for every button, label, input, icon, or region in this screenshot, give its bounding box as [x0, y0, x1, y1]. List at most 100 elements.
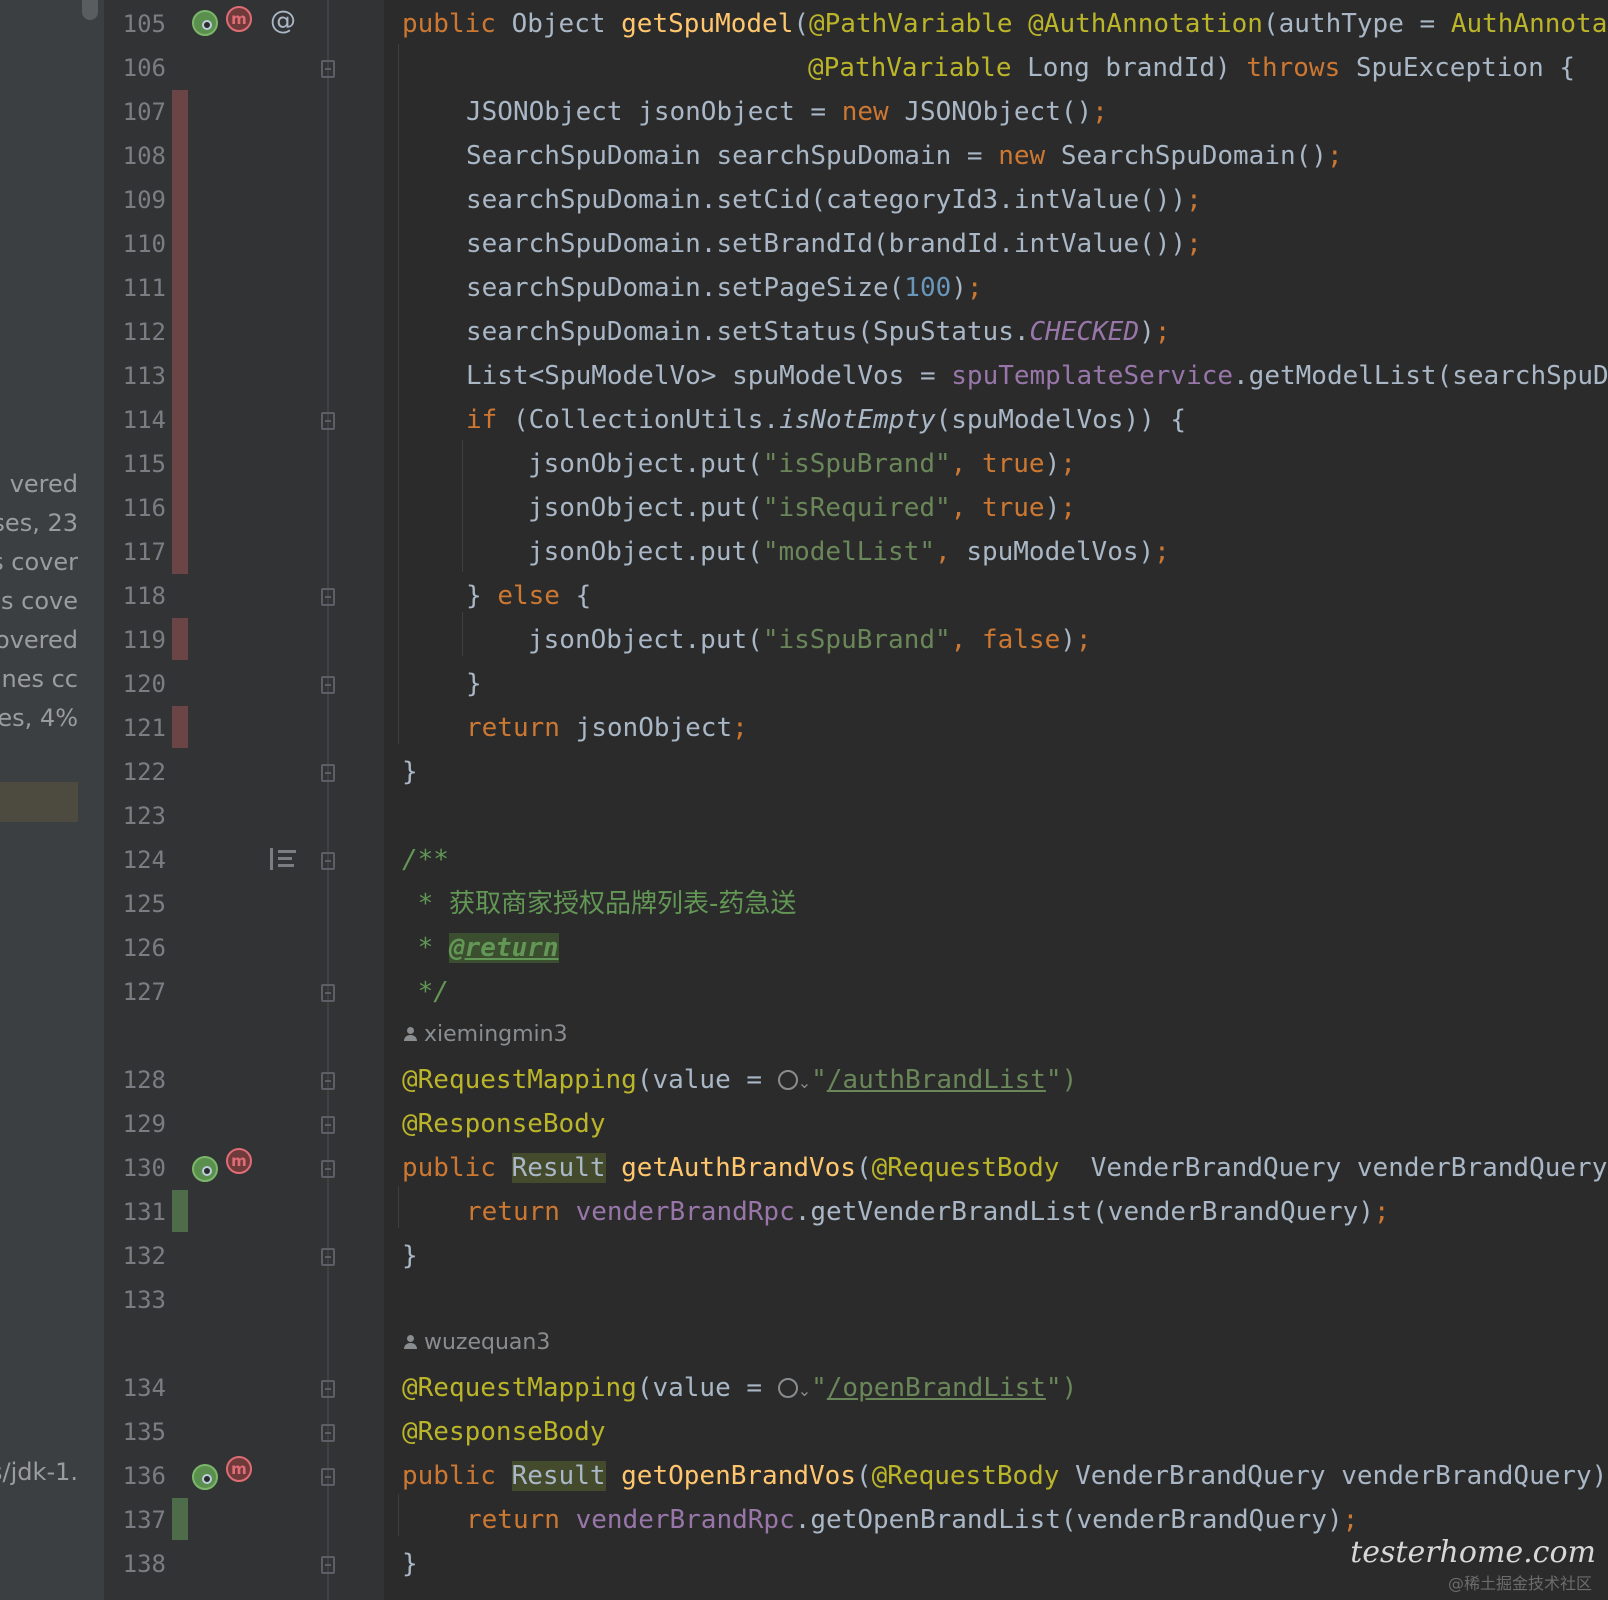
author-hint[interactable]: wuzequan3 [404, 1330, 550, 1355]
code-line-129[interactable]: @ResponseBody [402, 1102, 606, 1146]
scrollbar-thumb[interactable] [82, 0, 98, 20]
fold-marker[interactable] [321, 852, 335, 870]
fold-marker[interactable] [321, 1116, 335, 1134]
code-line-113[interactable]: List<SpuModelVo> spuModelVos = spuTempla… [466, 354, 1608, 398]
code-line-130[interactable]: public Result getAuthBrandVos(@RequestBo… [402, 1146, 1608, 1190]
code-line-119[interactable]: jsonObject.put("isSpuBrand", false); [528, 618, 1092, 662]
line-number[interactable]: 118 [118, 582, 166, 610]
code-line-110[interactable]: searchSpuDomain.setBrandId(brandId.intVa… [466, 222, 1202, 266]
line-number[interactable]: 114 [118, 406, 166, 434]
code-line-112[interactable]: searchSpuDomain.setStatus(SpuStatus.CHEC… [466, 310, 1170, 354]
line-number[interactable]: 116 [118, 494, 166, 522]
fold-marker[interactable] [321, 60, 335, 78]
at-symbol-icon[interactable]: @ [270, 6, 296, 36]
code-line-136[interactable]: public Result getOpenBrandVos(@RequestBo… [402, 1454, 1607, 1498]
code-line-118[interactable]: } else { [466, 574, 591, 618]
line-number[interactable]: 123 [118, 802, 166, 830]
line-number[interactable]: 134 [118, 1374, 166, 1402]
mapper-icon[interactable]: m [226, 6, 252, 32]
code-line-107[interactable]: JSONObject jsonObject = new JSONObject()… [466, 90, 1108, 134]
spring-endpoint-icon[interactable] [192, 10, 218, 36]
mapper-icon[interactable]: m [226, 1456, 252, 1482]
line-number[interactable]: 128 [118, 1066, 166, 1094]
fold-marker[interactable] [321, 764, 335, 782]
code-line-122[interactable]: } [402, 750, 418, 794]
chevron-down-icon[interactable]: ⌄ [798, 1381, 811, 1400]
coverage-uncovered-marker[interactable] [172, 90, 188, 134]
line-number[interactable]: 122 [118, 758, 166, 786]
code-line-127[interactable]: */ [402, 970, 449, 1014]
line-number[interactable]: 126 [118, 934, 166, 962]
web-endpoint-icon[interactable] [777, 1378, 798, 1398]
line-number[interactable]: 120 [118, 670, 166, 698]
web-endpoint-icon[interactable] [777, 1070, 798, 1090]
line-number[interactable]: 108 [118, 142, 166, 170]
fold-marker[interactable] [321, 1160, 335, 1178]
coverage-uncovered-marker[interactable] [172, 134, 188, 178]
line-number[interactable]: 109 [118, 186, 166, 214]
line-number[interactable]: 135 [118, 1418, 166, 1446]
line-number[interactable]: 136 [118, 1462, 166, 1490]
line-number[interactable]: 131 [118, 1198, 166, 1226]
coverage-uncovered-marker[interactable] [172, 178, 188, 222]
line-number[interactable]: 138 [118, 1550, 166, 1578]
spring-endpoint-icon[interactable] [192, 1156, 218, 1182]
line-number[interactable]: 115 [118, 450, 166, 478]
coverage-uncovered-marker[interactable] [172, 398, 188, 442]
line-number[interactable]: 106 [118, 54, 166, 82]
coverage-uncovered-marker[interactable] [172, 354, 188, 398]
line-number[interactable]: 107 [118, 98, 166, 126]
line-number[interactable]: 124 [118, 846, 166, 874]
coverage-uncovered-marker[interactable] [172, 618, 188, 660]
code-line-116[interactable]: jsonObject.put("isRequired", true); [528, 486, 1076, 530]
code-line-106[interactable]: @PathVariable Long brandId) throws SpuEx… [808, 46, 1575, 90]
mapper-icon[interactable]: m [226, 1148, 252, 1174]
selected-coverage-row[interactable] [0, 782, 78, 822]
fold-marker[interactable] [321, 588, 335, 606]
code-line-108[interactable]: SearchSpuDomain searchSpuDomain = new Se… [466, 134, 1343, 178]
coverage-uncovered-marker[interactable] [172, 310, 188, 354]
line-number[interactable]: 127 [118, 978, 166, 1006]
line-number[interactable]: 111 [118, 274, 166, 302]
coverage-uncovered-marker[interactable] [172, 266, 188, 310]
code-line-138[interactable]: } [402, 1542, 418, 1586]
coverage-uncovered-marker[interactable] [172, 222, 188, 266]
line-number[interactable]: 113 [118, 362, 166, 390]
fold-marker[interactable] [321, 1248, 335, 1266]
url-link[interactable]: /authBrandList [827, 1065, 1046, 1095]
fold-marker[interactable] [321, 984, 335, 1002]
coverage-uncovered-marker[interactable] [172, 442, 188, 486]
code-line-117[interactable]: jsonObject.put("modelList", spuModelVos)… [528, 530, 1170, 574]
code-line-131[interactable]: return venderBrandRpc.getVenderBrandList… [466, 1190, 1390, 1234]
line-number[interactable]: 130 [118, 1154, 166, 1182]
code-line-115[interactable]: jsonObject.put("isSpuBrand", true); [528, 442, 1076, 486]
line-number[interactable]: 121 [118, 714, 166, 742]
line-number[interactable]: 129 [118, 1110, 166, 1138]
fold-marker[interactable] [321, 1556, 335, 1574]
code-line-124[interactable]: /** [402, 838, 449, 882]
line-number[interactable]: 125 [118, 890, 166, 918]
chevron-down-icon[interactable]: ⌄ [798, 1073, 811, 1092]
fold-marker[interactable] [321, 412, 335, 430]
list-icon[interactable] [270, 848, 296, 870]
code-line-128[interactable]: @RequestMapping(value = ⌄"/authBrandList… [402, 1058, 1077, 1102]
line-number[interactable]: 132 [118, 1242, 166, 1270]
author-hint[interactable]: xiemingmin3 [404, 1022, 568, 1047]
fold-marker[interactable] [321, 1380, 335, 1398]
line-number[interactable]: 112 [118, 318, 166, 346]
code-line-114[interactable]: if (CollectionUtils.isNotEmpty(spuModelV… [466, 398, 1186, 442]
line-number[interactable]: 110 [118, 230, 166, 258]
coverage-uncovered-marker[interactable] [172, 706, 188, 748]
fold-marker[interactable] [321, 1424, 335, 1442]
fold-marker[interactable] [321, 1468, 335, 1486]
code-line-137[interactable]: return venderBrandRpc.getOpenBrandList(v… [466, 1498, 1358, 1542]
line-number[interactable]: 105 [118, 10, 166, 38]
coverage-uncovered-marker[interactable] [172, 530, 188, 574]
code-line-135[interactable]: @ResponseBody [402, 1410, 606, 1454]
code-line-121[interactable]: return jsonObject; [466, 706, 748, 750]
line-number[interactable]: 117 [118, 538, 166, 566]
code-line-132[interactable]: } [402, 1234, 418, 1278]
fold-marker[interactable] [321, 1072, 335, 1090]
spring-endpoint-icon[interactable] [192, 1464, 218, 1490]
code-line-120[interactable]: } [466, 662, 482, 706]
